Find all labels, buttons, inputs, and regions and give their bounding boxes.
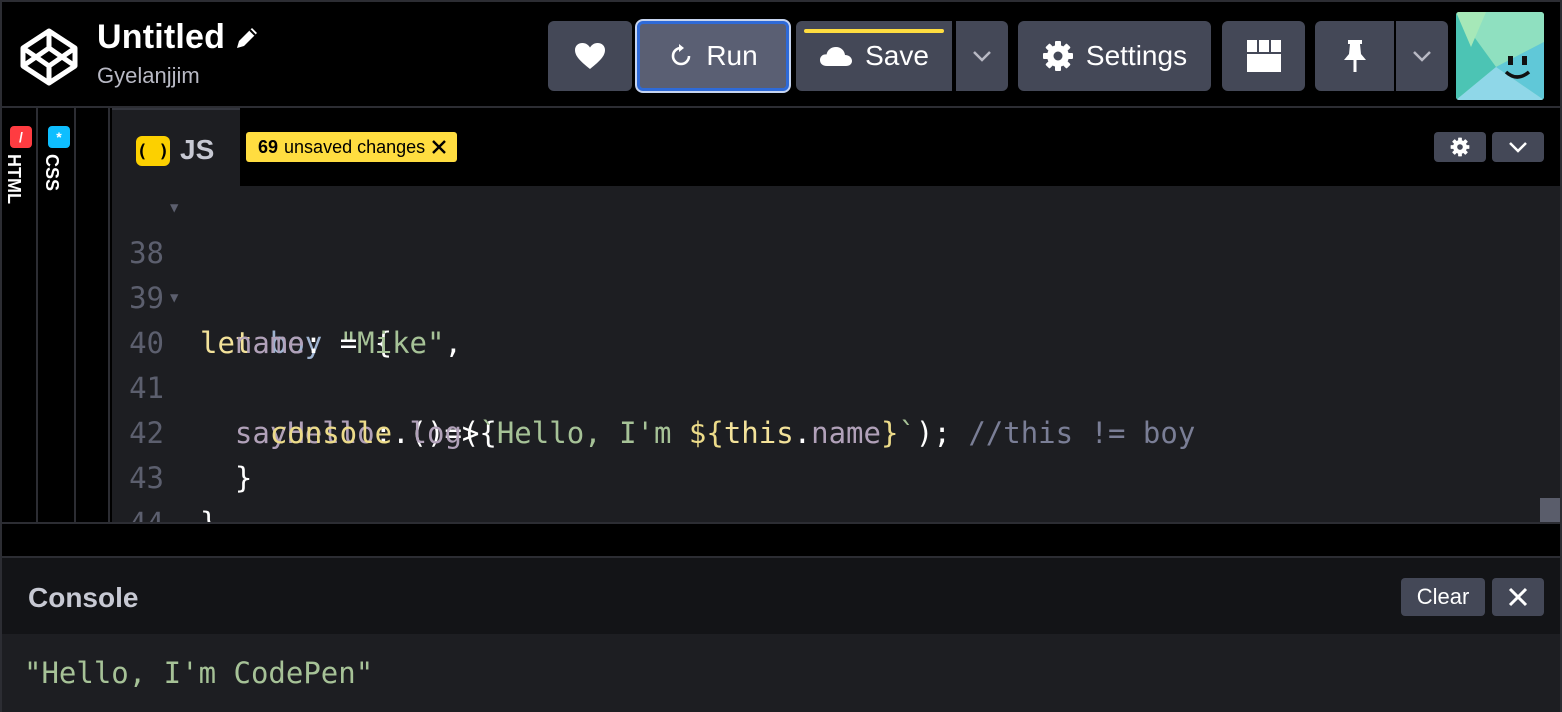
pin-icon	[1343, 40, 1366, 72]
user-avatar[interactable]	[1456, 12, 1544, 100]
save-label: Save	[865, 40, 929, 71]
close-icon	[1508, 587, 1528, 607]
unsaved-indicator	[804, 29, 944, 33]
html-editor-collapsed[interactable]: / HTML	[2, 108, 38, 524]
refresh-icon	[672, 44, 691, 66]
clear-console-button[interactable]: Clear	[1401, 578, 1485, 616]
css-icon: *	[48, 126, 70, 148]
code-line: 40 ▼ sayHello: ()=>{	[112, 276, 1560, 450]
chevron-down-icon	[1509, 142, 1527, 153]
chevron-down-icon	[973, 51, 991, 62]
pin-button[interactable]	[1315, 21, 1394, 91]
console-output-area: "Hello, I'm CodePen"	[0, 634, 1562, 712]
run-label: Run	[706, 40, 758, 71]
pin-options-button[interactable]	[1396, 21, 1448, 91]
tab-js[interactable]: ( ) JS	[112, 108, 240, 186]
js-editor: ( ) JS 69 unsaved changes 38 ▼ let boy =…	[112, 108, 1560, 524]
unsaved-count: 69	[258, 136, 279, 157]
save-options-button[interactable]	[956, 21, 1008, 91]
js-settings-button[interactable]	[1434, 132, 1486, 162]
css-pane-label: CSS	[42, 154, 62, 192]
css-editor-collapsed[interactable]: * CSS	[40, 108, 76, 524]
settings-button[interactable]: Settings	[1018, 21, 1211, 91]
console-log-entry: "Hello, I'm CodePen"	[24, 656, 374, 690]
fold-chevron-icon[interactable]: ▼	[170, 186, 178, 231]
code-line: 41 console.log(`Hello, I'm ${this.name}`…	[112, 321, 1560, 450]
gear-icon	[1450, 137, 1470, 157]
settings-label: Settings	[1085, 40, 1188, 71]
pane-resizer[interactable]	[78, 108, 110, 524]
html-pane-label: HTML	[4, 154, 24, 204]
code-line: 45	[112, 501, 1560, 524]
js-editor-header: ( ) JS 69 unsaved changes	[112, 108, 1560, 186]
change-view-button[interactable]	[1222, 21, 1305, 91]
html-icon: /	[10, 126, 32, 148]
layout-grid-icon	[1246, 40, 1281, 72]
chevron-down-icon	[1413, 51, 1431, 62]
js-tab-label: JS	[180, 134, 215, 165]
cloud-icon	[820, 47, 853, 66]
close-console-button[interactable]	[1492, 578, 1544, 616]
love-button[interactable]	[548, 21, 632, 91]
code-line: 42 }	[112, 366, 1560, 495]
heart-icon	[575, 43, 605, 69]
top-header: Untitled Gyelanjjim Run Save Settings	[0, 0, 1562, 106]
pen-title[interactable]: Untitled	[97, 18, 225, 57]
pen-title-block: Untitled Gyelanjjim	[97, 18, 261, 89]
console-title: Console	[28, 582, 139, 613]
pencil-icon[interactable]	[233, 24, 261, 52]
js-icon: ( )	[136, 136, 170, 166]
console-resize-bar[interactable]	[0, 522, 1562, 558]
code-line: 38 ▼ let boy = {	[112, 186, 1560, 360]
console-header: Console Clear	[0, 558, 1562, 634]
code-area[interactable]: 38 ▼ let boy = { 39 name: "Mike", 40 ▼ s…	[112, 186, 1560, 524]
codepen-logo-icon[interactable]	[18, 26, 80, 88]
author-name[interactable]: Gyelanjjim	[97, 63, 261, 89]
fold-chevron-icon[interactable]: ▼	[170, 276, 178, 321]
close-icon[interactable]	[431, 139, 447, 155]
code-line: 39 name: "Mike",	[112, 231, 1560, 360]
save-button[interactable]: Save	[796, 21, 952, 91]
js-options-button[interactable]	[1492, 132, 1544, 162]
unsaved-changes-badge[interactable]: 69 unsaved changes	[246, 132, 458, 162]
avatar-image	[1456, 12, 1544, 100]
code-line: 43 }	[112, 411, 1560, 524]
editor-scrollbar[interactable]	[1540, 498, 1560, 524]
run-button[interactable]: Run	[637, 21, 789, 91]
gear-icon	[1042, 41, 1073, 71]
editor-area: / HTML * CSS ( ) JS 69 unsaved changes 3…	[0, 106, 1562, 524]
code-line: 44 boy.sayHello();	[112, 456, 1560, 524]
unsaved-text: unsaved changes	[284, 136, 426, 157]
